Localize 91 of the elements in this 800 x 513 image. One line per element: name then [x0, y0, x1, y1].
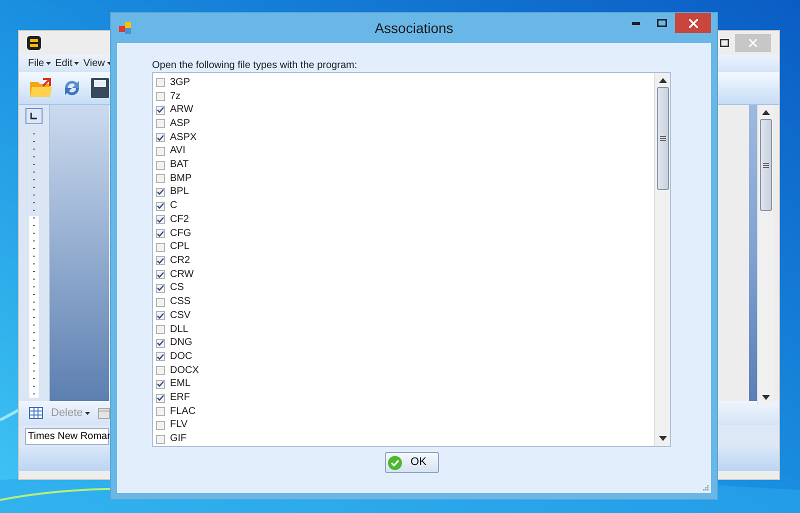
file-type-label: CFG: [170, 228, 192, 240]
check-icon: [157, 258, 164, 264]
checkbox[interactable]: [156, 311, 165, 320]
tab-stop-icon[interactable]: [25, 108, 43, 124]
menu-item[interactable]: Edit: [55, 56, 80, 71]
file-type-label: DLL: [170, 324, 188, 336]
checkbox[interactable]: [156, 394, 165, 403]
menu-item[interactable]: File: [28, 56, 52, 71]
file-type-label: FLV: [170, 419, 188, 432]
app-icon: [119, 22, 131, 34]
caret-icon: [46, 62, 52, 65]
check-icon: [157, 312, 164, 319]
file-type-label: ARW: [170, 104, 194, 116]
checkbox[interactable]: [156, 78, 165, 88]
resize-grip-icon[interactable]: [702, 484, 709, 491]
close-icon: [749, 39, 757, 47]
folder-icon[interactable]: [29, 77, 53, 99]
scroll-up-icon[interactable]: [762, 110, 770, 115]
file-type-label: FLAC: [170, 406, 196, 418]
close-icon: [688, 18, 698, 28]
file-type-label: ASPX: [170, 132, 197, 144]
file-type-label: CS: [170, 282, 184, 294]
checkbox[interactable]: [156, 352, 165, 362]
checkbox[interactable]: [156, 338, 165, 348]
checkbox[interactable]: [156, 242, 165, 252]
checkbox[interactable]: [156, 160, 165, 170]
checkbox[interactable]: [156, 146, 165, 156]
checkbox[interactable]: [156, 174, 165, 184]
checkbox[interactable]: [156, 380, 165, 389]
checkbox[interactable]: [156, 133, 165, 142]
file-type-label: BPL: [170, 186, 189, 198]
file-type-label: ASP: [170, 118, 190, 130]
file-type-label: BMP: [170, 172, 192, 185]
scroll-up-icon[interactable]: [658, 78, 666, 83]
grip-icon: [763, 162, 769, 168]
app-logo-icon: [27, 36, 41, 50]
checkbox[interactable]: [156, 106, 165, 115]
file-type-label: 7z: [170, 90, 181, 103]
window-title: Associations: [374, 18, 454, 38]
ok-button[interactable]: OK: [384, 452, 438, 473]
checkbox[interactable]: [156, 270, 165, 280]
checkbox[interactable]: [156, 229, 165, 238]
maximize-icon: [720, 39, 728, 47]
checkbox[interactable]: [156, 188, 165, 197]
file-type-label: CF2: [170, 214, 189, 226]
check-icon: [157, 381, 164, 388]
checkbox[interactable]: [156, 119, 165, 128]
checkbox[interactable]: [156, 434, 165, 444]
checkbox[interactable]: [156, 92, 165, 102]
checkbox[interactable]: [156, 420, 165, 430]
file-type-label: 3GP: [170, 76, 190, 89]
checkbox[interactable]: [156, 256, 165, 266]
file-type-label: DNG: [170, 337, 192, 350]
file-type-label: CSS: [170, 296, 191, 308]
file-type-label: EML: [170, 378, 191, 390]
caret-icon: [74, 62, 80, 65]
file-type-label: CRW: [170, 268, 194, 281]
file-type-label: DOCX: [170, 364, 199, 377]
file-type-label: GIF: [170, 433, 187, 446]
scroll-down-icon[interactable]: [658, 436, 666, 441]
check-icon: [157, 395, 164, 402]
save-icon[interactable]: [91, 78, 109, 98]
minimize-icon: [632, 22, 640, 24]
check-icon: [157, 107, 164, 114]
file-type-label: CPL: [170, 241, 190, 254]
scroll-thumb[interactable]: [760, 119, 772, 211]
checkbox[interactable]: [156, 284, 165, 293]
checkbox[interactable]: [156, 325, 165, 334]
file-type-label: DOC: [170, 350, 192, 363]
prompt-label: Open the following file types with the program:: [152, 59, 358, 72]
file-type-label: ERF: [170, 392, 190, 404]
file-type-label: CR2: [170, 254, 190, 267]
grip-icon: [660, 136, 666, 141]
table-icon[interactable]: [29, 407, 43, 419]
checkbox[interactable]: [156, 298, 165, 307]
checkbox[interactable]: [156, 202, 165, 211]
checkbox[interactable]: [156, 407, 165, 416]
file-type-label: CSV: [170, 310, 191, 322]
file-type-label: BAT: [170, 159, 189, 172]
close-button[interactable]: [675, 13, 711, 33]
checkbox[interactable]: [156, 215, 165, 224]
caret-icon: [84, 412, 90, 414]
file-type-label: C: [170, 200, 178, 212]
check-icon: [157, 230, 164, 237]
check-icon: [157, 189, 164, 196]
maximize-icon: [657, 19, 667, 27]
checkmark-icon: [388, 456, 402, 470]
scroll-thumb[interactable]: [657, 87, 669, 190]
check-icon: [157, 134, 164, 141]
file-type-label: AVI: [170, 145, 186, 158]
checkbox[interactable]: [156, 366, 165, 376]
